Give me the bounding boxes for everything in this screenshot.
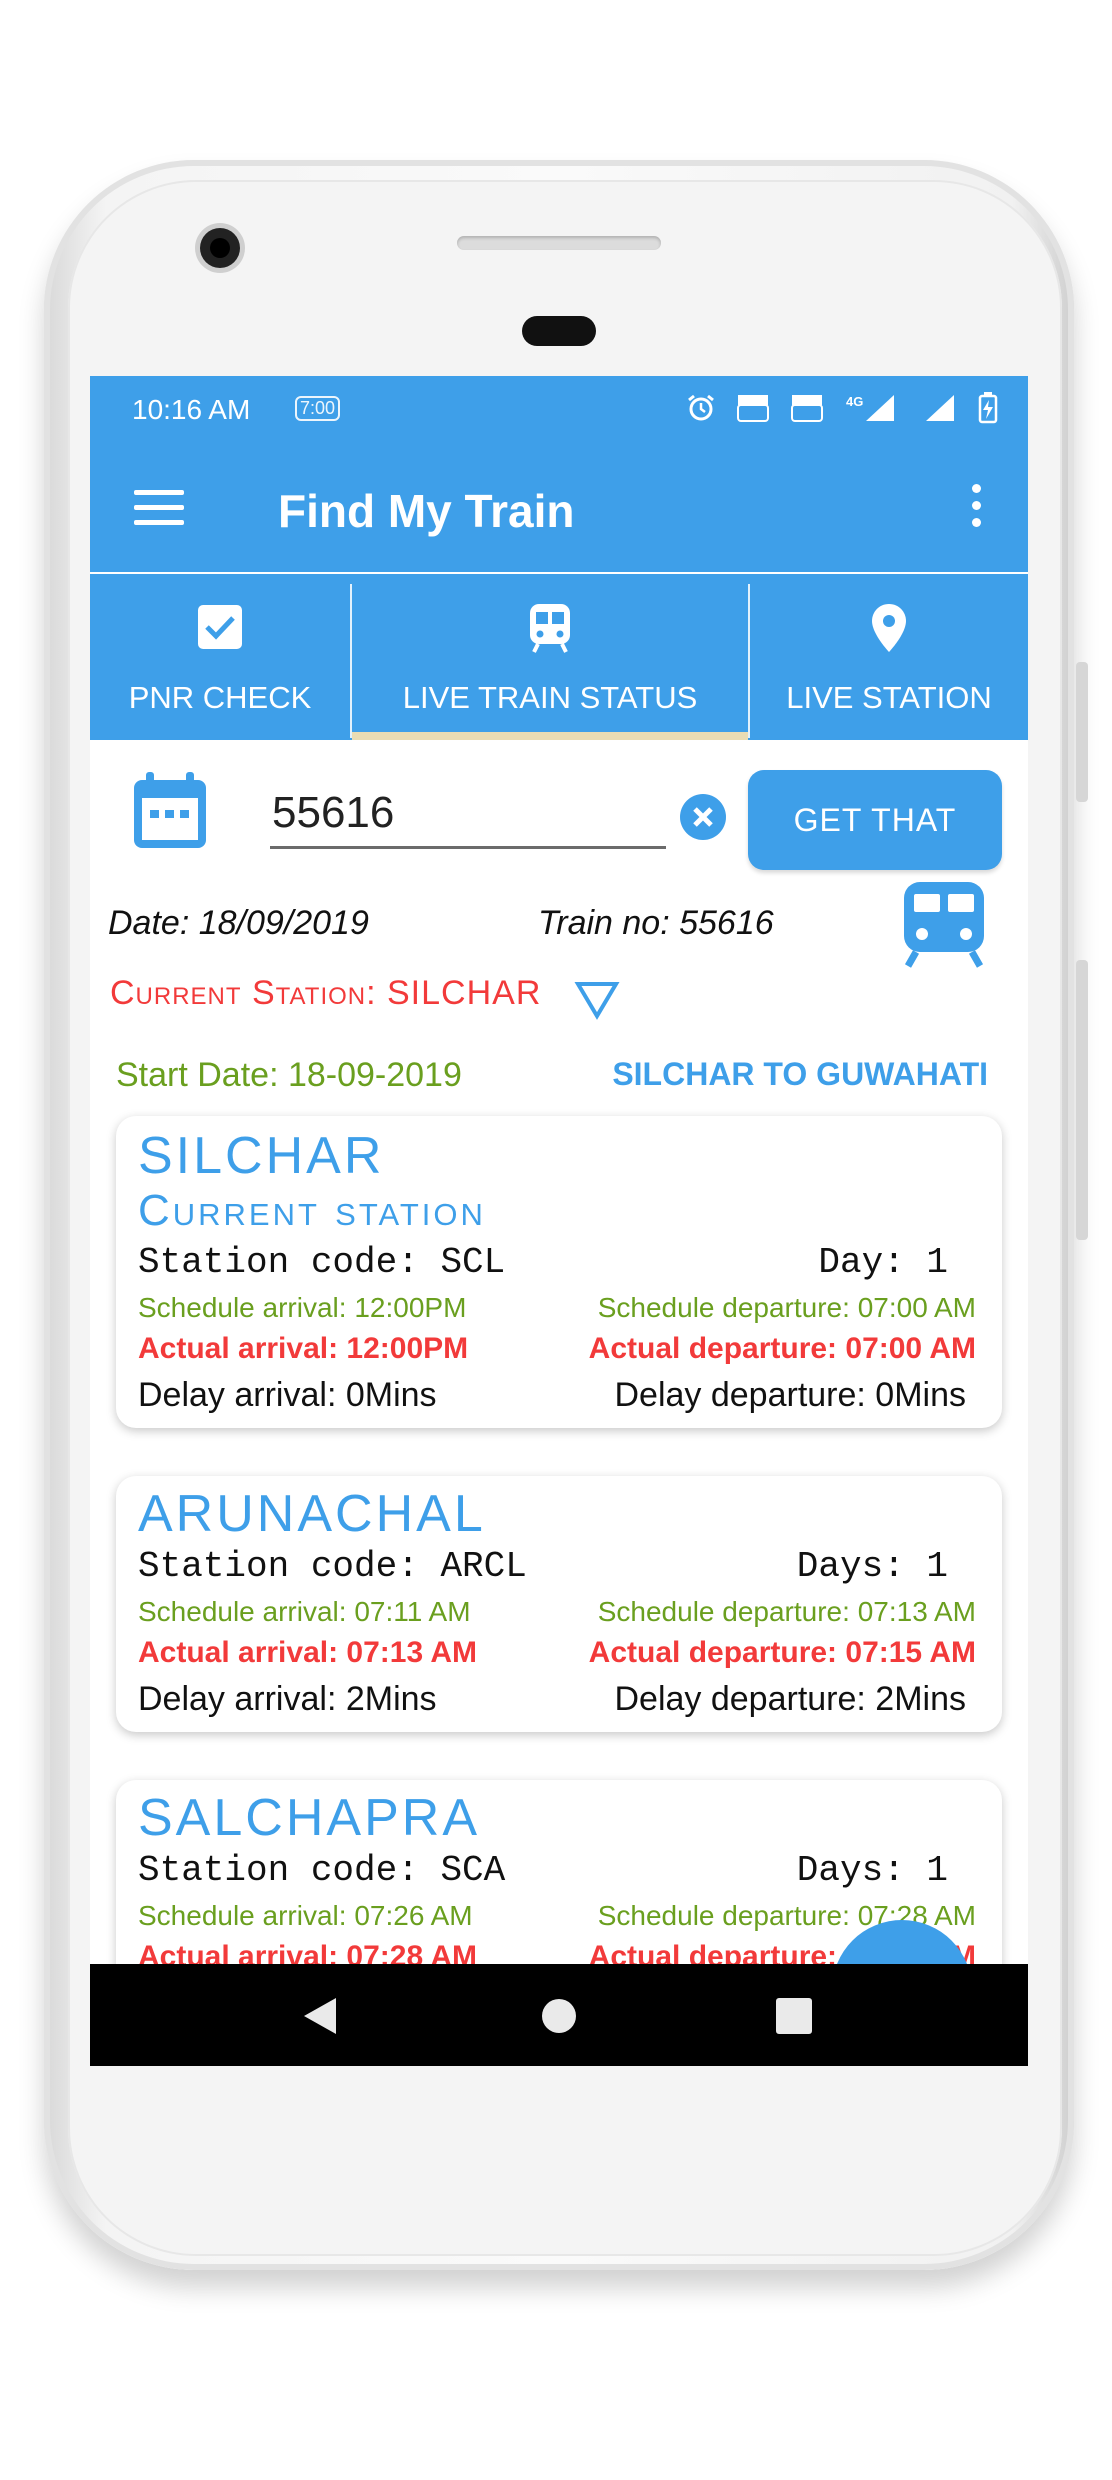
schedule-arrival: Schedule arrival: 12:00PM [138, 1292, 467, 1323]
delay-departure: Delay departure: 2Mins [614, 1680, 966, 1718]
schedule-departure: Schedule departure: 07:13 AM [597, 1596, 976, 1627]
delay-arrival: Delay arrival: 0Mins [138, 1376, 437, 1414]
front-camera [200, 228, 240, 268]
station-card[interactable]: SILCHAR Current station Station code: SC… [116, 1116, 1002, 1428]
info-row: Date: 18/09/2019 Train no: 55616 [108, 904, 1008, 954]
station-day: Days: 1 [796, 1546, 948, 1587]
tab-pnr-check[interactable]: PNR CHECK [90, 574, 350, 740]
get-that-button[interactable]: GET THAT [748, 770, 1002, 870]
start-date-label: Start Date: 18-09-2019 [116, 1056, 462, 1094]
actual-arrival: Actual arrival: 12:00PM [138, 1332, 469, 1365]
train-number-input[interactable] [270, 780, 666, 849]
status-icons: 4G [686, 392, 998, 430]
actual-arrival: Actual arrival: 07:13 AM [138, 1636, 478, 1669]
home-icon[interactable] [539, 1996, 579, 2041]
calendar-icon[interactable] [130, 770, 210, 857]
tab-live-train-status[interactable]: LIVE TRAIN STATUS [352, 574, 748, 740]
recents-icon[interactable] [774, 1996, 814, 2041]
overflow-menu-icon[interactable] [972, 484, 982, 530]
station-card[interactable]: ARUNACHAL Station code: ARCL Days: 1 Sch… [116, 1476, 1002, 1732]
station-name: SALCHAPRA [138, 1789, 480, 1847]
current-station-subtitle: Current station [138, 1186, 486, 1235]
volte-sim2-icon [790, 393, 824, 429]
power-button [1076, 960, 1088, 1240]
date-label: Date: 18/09/2019 [108, 904, 369, 942]
tab-label: PNR CHECK [128, 680, 312, 715]
back-icon[interactable] [300, 1996, 340, 2041]
station-code: Station code: ARCL [138, 1546, 527, 1587]
current-station-label: Current Station: SILCHAR [110, 974, 542, 1012]
earpiece-speaker [457, 236, 661, 250]
station-code: Station code: SCA [138, 1850, 506, 1891]
status-indicator: 7:00 [295, 396, 341, 421]
station-name: ARUNACHAL [138, 1485, 486, 1543]
actual-departure: Actual departure: 07:15 AM [588, 1636, 976, 1669]
clear-input-icon[interactable] [680, 794, 726, 840]
phone-screen: 10:16 AM 7:00 4G Find My Train PNR CHECK… [90, 376, 1028, 2066]
station-day: Day: 1 [818, 1242, 948, 1283]
actual-departure: Actual departure: 07:00 AM [588, 1332, 976, 1365]
route-label: SILCHAR TO GUWAHATI [612, 1056, 988, 1092]
tab-label: LIVE STATION [786, 680, 992, 715]
status-time: 10:16 AM [132, 394, 251, 425]
volume-button [1076, 662, 1088, 802]
station-day: Days: 1 [796, 1850, 948, 1891]
volte-sim1-icon [736, 393, 770, 429]
selected-tab-indicator [352, 732, 748, 740]
station-code: Station code: SCL [138, 1242, 506, 1283]
schedule-departure: Schedule departure: 07:00 AM [597, 1292, 976, 1323]
alarm-icon [686, 393, 716, 429]
status-bar: 10:16 AM 7:00 4G [90, 376, 1028, 450]
proximity-sensor [522, 316, 596, 346]
dropdown-triangle-icon[interactable] [574, 980, 620, 1025]
checkbox-icon [195, 602, 245, 657]
train-number-label: Train no: 55616 [538, 904, 774, 942]
app-bar: Find My Train [90, 450, 1028, 572]
battery-charging-icon [978, 392, 998, 430]
station-name: SILCHAR [138, 1127, 385, 1185]
tab-label: LIVE TRAIN STATUS [402, 680, 698, 715]
schedule-arrival: Schedule arrival: 07:26 AM [138, 1900, 473, 1931]
train-icon [528, 602, 572, 659]
train-icon [900, 880, 988, 973]
signal-4g-icon: 4G [844, 393, 904, 429]
tab-bar: PNR CHECK LIVE TRAIN STATUS LIVE STATION [90, 574, 1028, 740]
delay-departure: Delay departure: 0Mins [614, 1376, 966, 1414]
svg-text:4G: 4G [846, 394, 863, 409]
schedule-arrival: Schedule arrival: 07:11 AM [138, 1596, 471, 1627]
search-row: GET THAT [90, 762, 1028, 872]
signal-icon [924, 393, 958, 429]
app-title: Find My Train [278, 485, 575, 537]
system-nav-bar [90, 1964, 1028, 2066]
tab-live-station[interactable]: LIVE STATION [750, 574, 1028, 740]
hamburger-menu-icon[interactable] [134, 490, 184, 530]
delay-arrival: Delay arrival: 2Mins [138, 1680, 437, 1718]
location-pin-icon [869, 602, 909, 659]
